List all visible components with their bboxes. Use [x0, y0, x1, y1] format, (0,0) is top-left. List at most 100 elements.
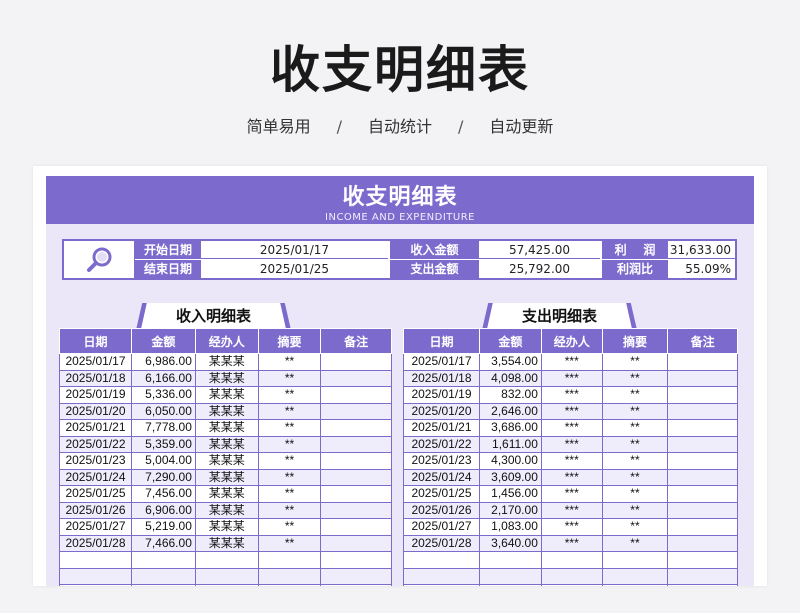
table-cell[interactable] [59, 567, 132, 585]
table-cell[interactable] [320, 419, 392, 437]
table-cell[interactable]: 5,004.00 [130, 452, 196, 470]
table-cell[interactable]: 某某某 [194, 501, 259, 519]
table-cell[interactable]: ** [257, 402, 322, 420]
table-cell[interactable] [601, 567, 669, 585]
table-cell[interactable] [403, 567, 480, 585]
table-cell[interactable] [667, 551, 738, 569]
table-cell[interactable]: 某某某 [194, 402, 259, 420]
table-cell[interactable]: *** [540, 386, 603, 404]
table-cell[interactable] [601, 551, 669, 569]
end-date-value[interactable]: 2025/01/25 [201, 260, 388, 278]
table-cell[interactable]: 4,300.00 [478, 452, 542, 470]
table-cell[interactable] [667, 485, 738, 503]
table-cell[interactable]: *** [540, 435, 603, 453]
table-cell[interactable]: 7,778.00 [130, 419, 196, 437]
table-cell[interactable]: ** [601, 369, 669, 387]
table-cell[interactable]: 2025/01/17 [59, 353, 132, 371]
table-cell[interactable] [601, 584, 669, 586]
table-cell[interactable]: ** [257, 534, 322, 552]
table-cell[interactable] [320, 353, 392, 371]
table-cell[interactable]: *** [540, 485, 603, 503]
table-cell[interactable]: 2025/01/18 [403, 369, 480, 387]
table-cell[interactable]: ** [601, 386, 669, 404]
table-cell[interactable] [59, 551, 132, 569]
table-cell[interactable]: ** [601, 435, 669, 453]
table-cell[interactable] [667, 386, 738, 404]
table-cell[interactable]: 2025/01/22 [59, 435, 132, 453]
table-cell[interactable] [667, 534, 738, 552]
table-cell[interactable]: ** [601, 452, 669, 470]
table-cell[interactable]: 某某某 [194, 534, 259, 552]
table-cell[interactable]: 某某某 [194, 419, 259, 437]
table-cell[interactable] [257, 567, 322, 585]
table-cell[interactable] [540, 551, 603, 569]
table-cell[interactable]: 2025/01/27 [403, 518, 480, 536]
table-cell[interactable]: ** [601, 468, 669, 486]
table-cell[interactable]: 某某某 [194, 468, 259, 486]
table-cell[interactable]: ** [257, 452, 322, 470]
table-cell[interactable]: 1,611.00 [478, 435, 542, 453]
table-cell[interactable]: 2025/01/22 [403, 435, 480, 453]
table-cell[interactable] [478, 567, 542, 585]
table-cell[interactable] [667, 584, 738, 586]
table-cell[interactable]: ** [601, 419, 669, 437]
table-cell[interactable] [320, 518, 392, 536]
table-cell[interactable] [257, 584, 322, 586]
table-cell[interactable]: 5,359.00 [130, 435, 196, 453]
table-cell[interactable]: 某某某 [194, 435, 259, 453]
table-cell[interactable]: 1,456.00 [478, 485, 542, 503]
table-cell[interactable] [320, 567, 392, 585]
table-cell[interactable]: 某某某 [194, 386, 259, 404]
table-cell[interactable] [130, 567, 196, 585]
table-cell[interactable]: 2025/01/17 [403, 353, 480, 371]
table-cell[interactable]: ** [257, 468, 322, 486]
table-cell[interactable]: *** [540, 534, 603, 552]
table-cell[interactable]: 2025/01/19 [59, 386, 132, 404]
table-cell[interactable]: 2025/01/21 [403, 419, 480, 437]
table-cell[interactable]: 2025/01/28 [59, 534, 132, 552]
table-cell[interactable]: 5,336.00 [130, 386, 196, 404]
table-cell[interactable] [320, 452, 392, 470]
table-cell[interactable]: 5,219.00 [130, 518, 196, 536]
table-cell[interactable] [667, 402, 738, 420]
table-cell[interactable]: ** [601, 485, 669, 503]
table-cell[interactable]: 7,290.00 [130, 468, 196, 486]
table-cell[interactable]: 2025/01/20 [403, 402, 480, 420]
table-cell[interactable] [320, 386, 392, 404]
table-cell[interactable]: ** [257, 353, 322, 371]
table-cell[interactable] [540, 567, 603, 585]
table-cell[interactable]: *** [540, 518, 603, 536]
table-cell[interactable]: 7,466.00 [130, 534, 196, 552]
table-cell[interactable] [667, 435, 738, 453]
table-cell[interactable] [320, 501, 392, 519]
table-cell[interactable]: 2025/01/26 [403, 501, 480, 519]
table-cell[interactable]: 3,554.00 [478, 353, 542, 371]
table-cell[interactable] [59, 584, 132, 586]
table-cell[interactable] [667, 518, 738, 536]
table-cell[interactable]: ** [601, 534, 669, 552]
table-cell[interactable] [130, 551, 196, 569]
table-cell[interactable]: 某某某 [194, 369, 259, 387]
table-cell[interactable]: 4,098.00 [478, 369, 542, 387]
table-cell[interactable]: 2025/01/23 [59, 452, 132, 470]
table-cell[interactable]: 某某某 [194, 353, 259, 371]
table-cell[interactable]: ** [601, 402, 669, 420]
table-cell[interactable]: ** [257, 386, 322, 404]
table-cell[interactable]: 2025/01/26 [59, 501, 132, 519]
table-cell[interactable] [194, 567, 259, 585]
table-cell[interactable]: *** [540, 501, 603, 519]
table-cell[interactable]: 某某某 [194, 485, 259, 503]
table-cell[interactable] [403, 584, 480, 586]
table-cell[interactable]: 6,906.00 [130, 501, 196, 519]
table-cell[interactable]: 3,686.00 [478, 419, 542, 437]
table-cell[interactable]: ** [257, 485, 322, 503]
table-cell[interactable]: 2,646.00 [478, 402, 542, 420]
table-cell[interactable]: 6,166.00 [130, 369, 196, 387]
table-cell[interactable]: 2025/01/27 [59, 518, 132, 536]
table-cell[interactable]: 某某某 [194, 452, 259, 470]
table-cell[interactable] [320, 402, 392, 420]
table-cell[interactable]: 6,986.00 [130, 353, 196, 371]
table-cell[interactable]: *** [540, 402, 603, 420]
table-cell[interactable]: 2025/01/25 [59, 485, 132, 503]
start-date-value[interactable]: 2025/01/17 [201, 241, 388, 259]
